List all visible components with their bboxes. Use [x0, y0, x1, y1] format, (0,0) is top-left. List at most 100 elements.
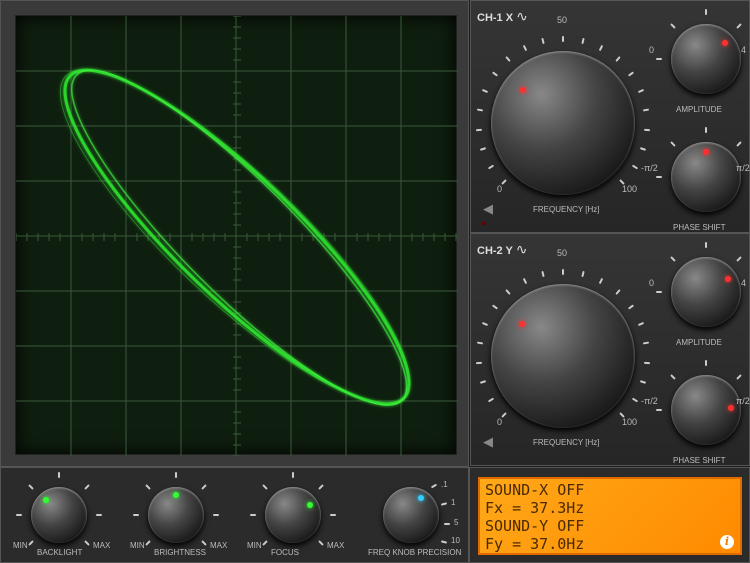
- frequency-knob[interactable]: [491, 51, 635, 195]
- freq-precision-knob[interactable]: [383, 487, 439, 543]
- knob-tick: [639, 380, 647, 384]
- knob-tick: [656, 176, 662, 178]
- knob-tick: [479, 380, 487, 384]
- knob-indicator-led: [173, 491, 179, 498]
- knob-tick: [580, 271, 585, 278]
- lcd-freq-x: Fx = 37.3Hz: [485, 499, 585, 517]
- freq-mid-label: 50: [557, 248, 568, 258]
- knob-tick: [213, 514, 219, 516]
- amp-max-label: 4: [741, 278, 747, 288]
- phase-max-label: π/2: [736, 396, 750, 406]
- knob-tick: [580, 38, 585, 45]
- knob-tick: [656, 58, 662, 60]
- phase-min-label: -π/2: [641, 396, 658, 406]
- knob-tick: [642, 341, 650, 345]
- amplitude-knob[interactable]: [671, 24, 741, 94]
- knob-tick: [669, 255, 676, 262]
- knob-tick: [58, 472, 60, 478]
- max-label: MAX: [93, 541, 111, 550]
- min-label: MIN: [130, 541, 145, 550]
- knob-tick: [476, 128, 483, 131]
- knob-tick: [522, 278, 528, 285]
- lcd-freq-y: Fy = 37.0Hz: [485, 535, 585, 553]
- knob-tick: [705, 9, 707, 15]
- backlight-knob[interactable]: [31, 487, 87, 543]
- info-icon[interactable]: i: [720, 535, 734, 549]
- knob-tick: [705, 242, 707, 248]
- knob-tick: [96, 514, 102, 516]
- knob-tick: [562, 269, 564, 275]
- knob-tick: [614, 289, 621, 296]
- knob-tick: [736, 140, 743, 147]
- display-controls-panel: BACKLIGHT MIN MAX BRIGHTNESS MIN MAX FOCUS MI…: [0, 467, 469, 563]
- amp-min-label: 0: [649, 45, 655, 55]
- sine-wave-icon: ∿: [516, 8, 528, 24]
- phase-min-label: -π/2: [641, 163, 658, 173]
- precision-tick: [440, 540, 448, 544]
- knob-tick: [482, 88, 489, 93]
- knob-tick: [614, 56, 621, 63]
- knob-tick: [637, 321, 644, 326]
- knob-tick: [541, 271, 546, 278]
- knob-indicator-led: [418, 494, 425, 501]
- knob-tick: [736, 255, 743, 262]
- knob-indicator-led: [520, 86, 527, 93]
- focus-knob[interactable]: [265, 487, 321, 543]
- knob-tick: [488, 397, 495, 403]
- max-label: MAX: [210, 541, 228, 550]
- knob-tick: [643, 128, 650, 131]
- lcd-display: SOUND-X OFF Fx = 37.3Hz SOUND-Y OFF Fy =…: [478, 477, 742, 555]
- knob-tick: [669, 22, 676, 29]
- precision-option: 10: [451, 536, 460, 545]
- amp-max-label: 4: [741, 45, 747, 55]
- knob-tick: [476, 361, 483, 364]
- speaker-icon[interactable]: ◀: [483, 201, 493, 217]
- knob-tick: [250, 514, 256, 516]
- knob-tick: [627, 71, 634, 77]
- knob-tick: [482, 321, 489, 326]
- amplitude-label: AMPLITUDE: [676, 338, 722, 347]
- freq-max-label: 100: [622, 184, 638, 194]
- knob-tick: [505, 56, 512, 63]
- knob-tick: [705, 360, 707, 366]
- min-label: MIN: [13, 541, 28, 550]
- knob-tick: [27, 483, 34, 490]
- knob-tick: [492, 71, 499, 77]
- knob-tick: [562, 36, 564, 42]
- precision-option: 5: [454, 518, 459, 527]
- brightness-label: BRIGHTNESS: [154, 548, 207, 557]
- knob-tick: [16, 514, 22, 516]
- knob-indicator-led: [728, 404, 735, 411]
- knob-tick: [133, 514, 139, 516]
- knob-tick: [631, 164, 638, 170]
- knob-tick: [669, 373, 676, 380]
- knob-tick: [627, 304, 634, 310]
- freq-min-label: 0: [497, 184, 503, 194]
- amplitude-label: AMPLITUDE: [676, 105, 722, 114]
- speaker-icon[interactable]: ◀: [483, 434, 493, 450]
- precision-tick: [440, 502, 448, 506]
- sound-led: [482, 222, 485, 225]
- knob-tick: [492, 304, 499, 310]
- phase-shift-label: PHASE SHIFT: [673, 223, 726, 232]
- knob-indicator-led: [703, 148, 709, 155]
- freq-mid-label: 50: [557, 15, 568, 25]
- knob-tick: [705, 127, 707, 133]
- amplitude-knob[interactable]: [671, 257, 741, 327]
- channel-title: CH-1 X ∿: [477, 8, 528, 24]
- phase-max-label: π/2: [736, 163, 750, 173]
- oscilloscope-panel: [0, 0, 469, 467]
- knob-tick: [27, 540, 34, 547]
- knob-tick: [736, 373, 743, 380]
- knob-tick: [522, 45, 528, 52]
- knob-tick: [656, 409, 662, 411]
- precision-option: .1: [441, 480, 448, 489]
- knob-tick: [318, 483, 325, 490]
- knob-tick: [505, 289, 512, 296]
- knob-tick: [643, 361, 650, 364]
- knob-tick: [84, 483, 91, 490]
- knob-tick: [476, 341, 484, 345]
- freq-precision-label: FREQ KNOB PRECISION: [368, 548, 462, 557]
- knob-tick: [541, 38, 546, 45]
- frequency-knob[interactable]: [491, 284, 635, 428]
